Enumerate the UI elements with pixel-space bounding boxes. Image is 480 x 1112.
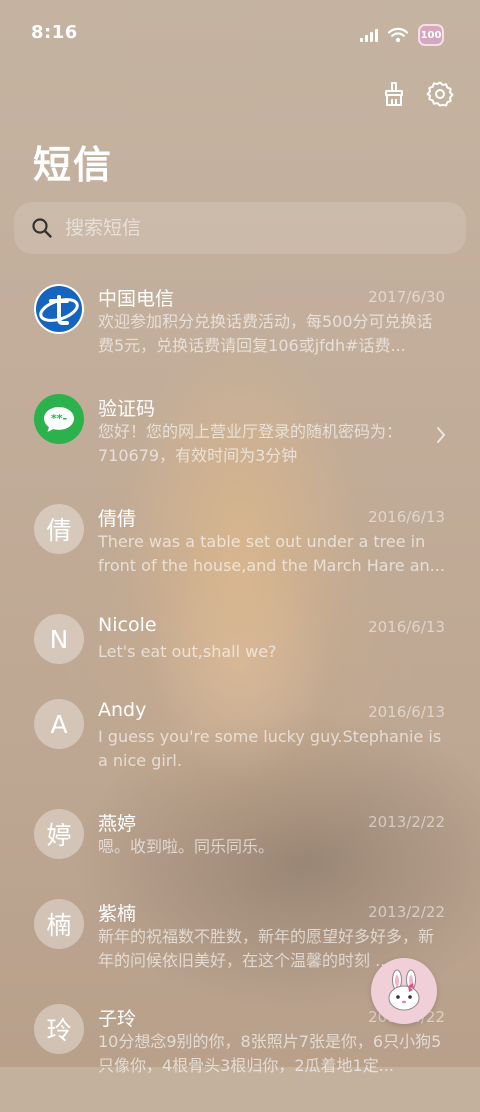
gear-icon[interactable] <box>426 80 454 108</box>
conversation-preview: Let's eat out,shall we? <box>98 642 277 661</box>
conversation-name: 燕婷 <box>98 813 137 835</box>
contact-avatar: N <box>34 614 84 664</box>
contact-avatar: 倩 <box>34 504 84 554</box>
china-telecom-logo-icon <box>34 284 84 334</box>
conversation-name: 中国电信 <box>98 288 175 310</box>
svg-text:**-: **- <box>51 412 67 425</box>
conversation-name: 紫楠 <box>98 903 137 925</box>
conversation-item[interactable]: **- 验证码 您好！您的网上营业厅登录的随机密码为：710679，有效时间为3… <box>0 392 480 502</box>
search-input[interactable] <box>63 216 427 240</box>
broom-icon[interactable] <box>380 80 408 108</box>
header-actions <box>380 80 454 108</box>
conversation-name: Nicole <box>98 614 157 636</box>
bunny-icon <box>388 969 420 1011</box>
page-title: 短信 <box>33 143 114 187</box>
contact-avatar: A <box>34 699 84 749</box>
contact-avatar: 玲 <box>34 1004 84 1054</box>
compose-fab-button[interactable] <box>371 958 437 1024</box>
wifi-icon <box>388 27 408 43</box>
signal-icon <box>360 28 378 42</box>
conversation-name: 验证码 <box>98 398 156 420</box>
conversation-name: 倩倩 <box>98 508 137 530</box>
conversation-date: 2013/2/22 <box>368 903 445 921</box>
conversation-item[interactable]: 中国电信 2017/6/30 欢迎参加积分兑换话费活动，每500分可兑换话费5元… <box>0 282 480 392</box>
conversation-item[interactable]: 倩 倩倩 2016/6/13 There was a table set out… <box>0 502 480 612</box>
conversation-item[interactable]: 婷 燕婷 2013/2/22 嗯。收到啦。同乐同乐。 <box>0 807 480 897</box>
chevron-right-icon <box>437 427 446 443</box>
battery-icon: 100 <box>418 24 444 46</box>
conversation-date: 2017/6/30 <box>368 288 445 306</box>
status-icons: 100 <box>360 24 444 46</box>
status-bar: 8:16 100 <box>0 0 480 68</box>
conversation-date: 2016/6/13 <box>368 618 445 636</box>
conversation-name: 子玲 <box>98 1008 137 1030</box>
conversation-date: 2016/6/13 <box>368 508 445 526</box>
conversation-preview: 您好！您的网上营业厅登录的随机密码为：710679，有效时间为3分钟 <box>98 422 403 465</box>
battery-level: 100 <box>420 29 442 41</box>
conversation-preview: 欢迎参加积分兑换话费活动，每500分可兑换话费5元，兑换话费请回复106或jfd… <box>98 312 433 355</box>
conversation-date: 2016/6/13 <box>368 703 445 721</box>
conversation-preview: I guess you're some lucky guy.Stephanie … <box>98 727 442 770</box>
conversation-item[interactable]: A Andy 2016/6/13 I guess you're some luc… <box>0 697 480 807</box>
conversation-preview: 10分想念9别的你，8张照片7张是你，6只小狗5只像你，4根骨头3根归你，2瓜着… <box>98 1032 442 1075</box>
search-bar[interactable] <box>14 202 466 254</box>
message-bubble-icon: **- <box>34 394 84 444</box>
conversation-date: 2013/2/22 <box>368 813 445 831</box>
contact-avatar: 婷 <box>34 809 84 859</box>
contact-avatar: 楠 <box>34 899 84 949</box>
search-icon <box>32 218 52 238</box>
conversation-preview: 嗯。收到啦。同乐同乐。 <box>98 837 275 856</box>
conversation-name: Andy <box>98 699 147 721</box>
conversation-item[interactable]: N Nicole 2016/6/13 Let's eat out,shall w… <box>0 612 480 697</box>
status-time: 8:16 <box>31 22 78 43</box>
conversation-preview: There was a table set out under a tree i… <box>98 532 445 575</box>
